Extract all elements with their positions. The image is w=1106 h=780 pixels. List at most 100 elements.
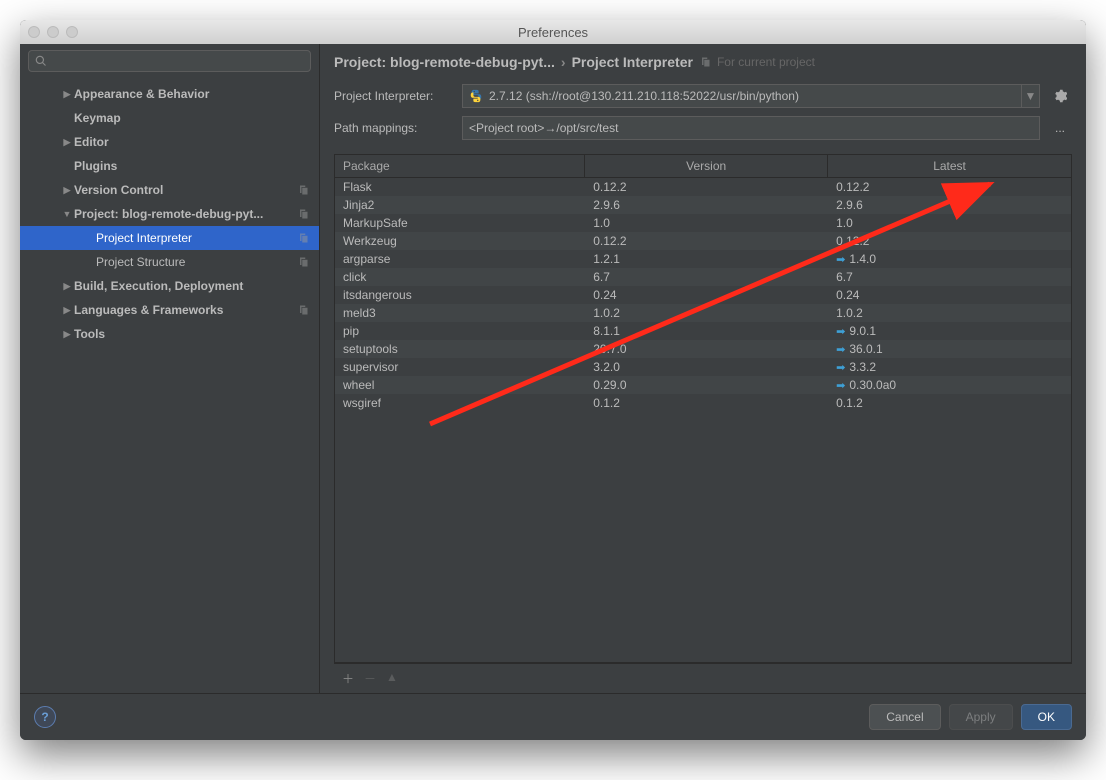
cell-latest-value: 1.0.2 bbox=[836, 306, 863, 320]
path-mappings-browse-button[interactable]: ... bbox=[1048, 116, 1072, 140]
upgrade-package-button[interactable]: ▲ bbox=[386, 670, 398, 687]
table-row[interactable]: wheel0.29.0➡0.30.0a0 bbox=[335, 376, 1071, 394]
remove-package-button[interactable]: － bbox=[364, 670, 376, 687]
sidebar-item-keymap[interactable]: Keymap bbox=[20, 106, 319, 130]
sidebar-item-build-execution-deployment[interactable]: ▶Build, Execution, Deployment bbox=[20, 274, 319, 298]
path-mappings-value[interactable]: <Project root>→/opt/src/test bbox=[462, 116, 1040, 140]
table-row[interactable]: setuptools20.7.0 ➡ 36.0.1 bbox=[335, 340, 1071, 358]
header-version[interactable]: Version bbox=[585, 155, 828, 177]
sidebar-item-project-structure[interactable]: Project Structure bbox=[20, 250, 319, 274]
cell-latest-value: 1.0 bbox=[836, 216, 853, 230]
titlebar: Preferences bbox=[20, 20, 1086, 44]
cell-latest: ➡ 36.0.1 bbox=[828, 342, 1071, 356]
cell-latest: 1.0.2 bbox=[828, 306, 1071, 320]
chevron-right-icon: ▶ bbox=[60, 329, 74, 340]
interpreter-settings-button[interactable] bbox=[1048, 84, 1072, 108]
cell-package: Flask bbox=[335, 180, 585, 194]
help-button[interactable]: ? bbox=[34, 706, 56, 728]
breadcrumb-project: Project: blog-remote-debug-pyt... bbox=[334, 54, 555, 70]
table-row[interactable]: click6.76.7 bbox=[335, 268, 1071, 286]
cell-latest-value: 0.12.2 bbox=[836, 234, 869, 248]
window-body: ▶Appearance & BehaviorKeymap▶Editor Plugi… bbox=[20, 44, 1086, 740]
sidebar-item-version-control[interactable]: ▶Version Control bbox=[20, 178, 319, 202]
table-row[interactable]: wsgiref0.1.20.1.2 bbox=[335, 394, 1071, 412]
table-row[interactable]: Flask0.12.20.12.2 bbox=[335, 178, 1071, 196]
ok-button[interactable]: OK bbox=[1021, 704, 1072, 730]
cell-package: setuptools bbox=[335, 342, 585, 356]
breadcrumb-badge: For current project bbox=[717, 55, 815, 69]
cell-version: 8.1.1 bbox=[585, 324, 828, 338]
cell-latest: 0.12.2 bbox=[828, 234, 1071, 248]
cell-latest: 1.0 bbox=[828, 216, 1071, 230]
main-split: ▶Appearance & BehaviorKeymap▶Editor Plugi… bbox=[20, 44, 1086, 693]
cell-latest-value: 0.24 bbox=[836, 288, 859, 302]
interpreter-dropdown[interactable]: 2.7.12 (ssh://root@130.211.210.118:52022… bbox=[462, 84, 1040, 108]
sidebar-item-label: Tools bbox=[74, 327, 309, 341]
packages-table-header: Package Version Latest bbox=[335, 155, 1071, 178]
sidebar-item-editor[interactable]: ▶Editor bbox=[20, 130, 319, 154]
cell-latest-value: 9.0.1 bbox=[849, 324, 876, 338]
packages-table-body[interactable]: Flask0.12.20.12.2Jinja22.9.62.9.6MarkupS… bbox=[335, 178, 1071, 662]
packages-toolbar: ＋ － ▲ bbox=[334, 663, 1072, 693]
cell-latest: 0.12.2 bbox=[828, 180, 1071, 194]
breadcrumb: Project: blog-remote-debug-pyt... › Proj… bbox=[320, 44, 1086, 80]
update-available-icon: ➡ bbox=[836, 343, 845, 356]
interpreter-row: Project Interpreter: 2.7.12 (ssh://root@… bbox=[320, 80, 1086, 112]
header-latest[interactable]: Latest bbox=[828, 155, 1071, 177]
add-package-button[interactable]: ＋ bbox=[342, 670, 354, 687]
sidebar-item-label: Project Interpreter bbox=[96, 231, 297, 245]
sidebar-item-label: Project: blog-remote-debug-pyt... bbox=[74, 207, 297, 221]
cell-latest: ➡0.30.0a0 bbox=[828, 378, 1071, 392]
update-available-icon: ➡ bbox=[836, 325, 845, 338]
project-scope-icon bbox=[297, 304, 309, 316]
dropdown-caret-icon[interactable]: ▼ bbox=[1021, 85, 1039, 107]
cell-package: supervisor bbox=[335, 360, 585, 374]
table-row[interactable]: meld31.0.21.0.2 bbox=[335, 304, 1071, 322]
copy-icon bbox=[699, 56, 711, 68]
search-box[interactable] bbox=[28, 50, 311, 72]
update-available-icon: ➡ bbox=[836, 379, 845, 392]
cell-latest-value: 36.0.1 bbox=[849, 342, 882, 356]
header-package[interactable]: Package bbox=[335, 155, 585, 177]
interpreter-label: Project Interpreter: bbox=[334, 89, 454, 103]
table-row[interactable]: supervisor3.2.0➡3.3.2 bbox=[335, 358, 1071, 376]
cell-latest: ➡1.4.0 bbox=[828, 252, 1071, 266]
sidebar-item-languages-frameworks[interactable]: ▶Languages & Frameworks bbox=[20, 298, 319, 322]
apply-button[interactable]: Apply bbox=[949, 704, 1013, 730]
cell-version: 0.12.2 bbox=[585, 180, 828, 194]
cell-latest: 2.9.6 bbox=[828, 198, 1071, 212]
cell-latest-value: 6.7 bbox=[836, 270, 853, 284]
table-row[interactable]: pip8.1.1➡9.0.1 bbox=[335, 322, 1071, 340]
table-row[interactable]: Werkzeug0.12.20.12.2 bbox=[335, 232, 1071, 250]
window-title: Preferences bbox=[20, 25, 1086, 40]
sidebar-item-project-blog-remote-debug-pyt[interactable]: ▼Project: blog-remote-debug-pyt... bbox=[20, 202, 319, 226]
cell-version: 0.12.2 bbox=[585, 234, 828, 248]
cell-package: argparse bbox=[335, 252, 585, 266]
cell-package: wheel bbox=[335, 378, 585, 392]
cell-package: click bbox=[335, 270, 585, 284]
cell-version: 20.7.0 bbox=[585, 342, 828, 356]
sidebar-item-tools[interactable]: ▶Tools bbox=[20, 322, 319, 346]
table-row[interactable]: MarkupSafe1.01.0 bbox=[335, 214, 1071, 232]
cell-package: meld3 bbox=[335, 306, 585, 320]
cell-version: 6.7 bbox=[585, 270, 828, 284]
cell-latest: 6.7 bbox=[828, 270, 1071, 284]
chevron-right-icon: ▶ bbox=[60, 137, 74, 148]
sidebar-item-project-interpreter[interactable]: Project Interpreter bbox=[20, 226, 319, 250]
table-row[interactable]: argparse1.2.1➡1.4.0 bbox=[335, 250, 1071, 268]
packages-table: Package Version Latest Flask0.12.20.12.2… bbox=[334, 154, 1072, 663]
search-input[interactable] bbox=[51, 54, 304, 68]
chevron-right-icon: ▶ bbox=[60, 185, 74, 196]
cell-package: wsgiref bbox=[335, 396, 585, 410]
table-row[interactable]: itsdangerous0.240.24 bbox=[335, 286, 1071, 304]
sidebar-item-appearance-behavior[interactable]: ▶Appearance & Behavior bbox=[20, 82, 319, 106]
settings-tree[interactable]: ▶Appearance & BehaviorKeymap▶Editor Plugi… bbox=[20, 78, 319, 693]
cell-version: 1.2.1 bbox=[585, 252, 828, 266]
project-scope-icon bbox=[297, 232, 309, 244]
cancel-button[interactable]: Cancel bbox=[869, 704, 940, 730]
sidebar-item-label: Build, Execution, Deployment bbox=[74, 279, 309, 293]
sidebar-item-label: Plugins bbox=[74, 159, 309, 173]
sidebar-item-plugins[interactable]: Plugins bbox=[20, 154, 319, 178]
cell-version: 0.1.2 bbox=[585, 396, 828, 410]
table-row[interactable]: Jinja22.9.62.9.6 bbox=[335, 196, 1071, 214]
